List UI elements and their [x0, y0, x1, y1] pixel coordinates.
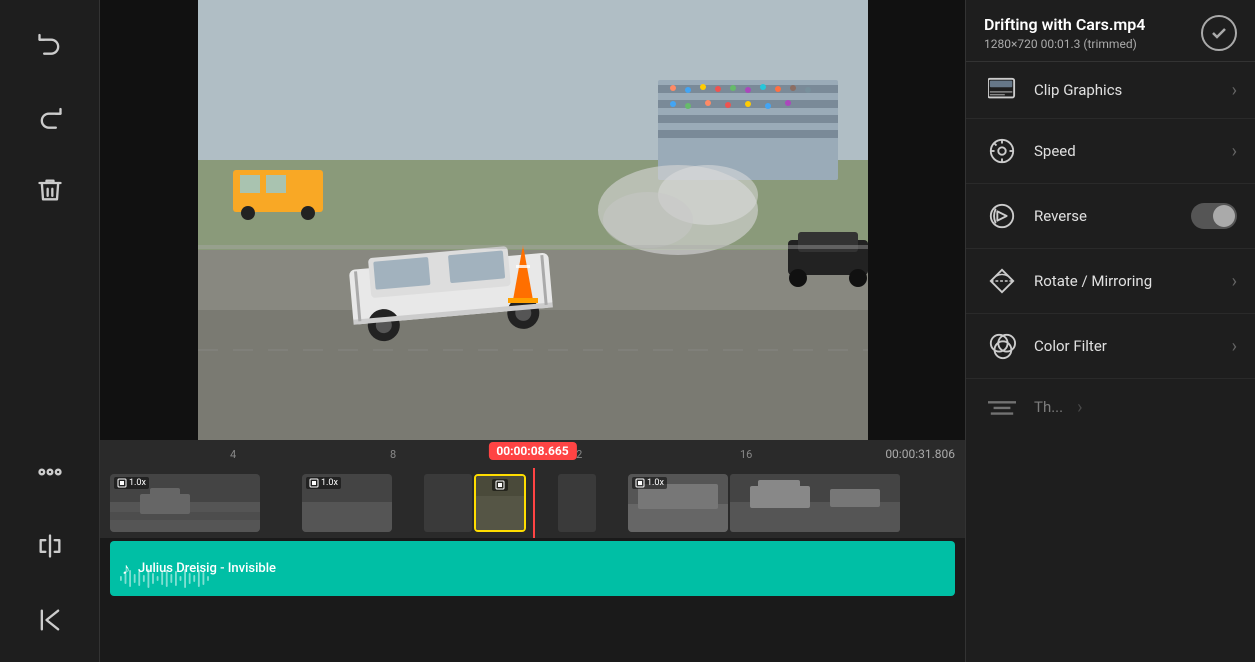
partial-item-label: Th... [1034, 398, 1063, 416]
video-preview [100, 0, 965, 440]
clip-5-label [492, 479, 508, 491]
audio-waveform [110, 566, 955, 591]
clip-separator-1 [262, 474, 270, 532]
color-filter-menu-item[interactable]: Color Filter › [966, 314, 1255, 379]
color-filter-arrow: › [1232, 336, 1237, 357]
right-panel: Drifting with Cars.mp4 1280×720 00:01.3 … [965, 0, 1255, 662]
clip-graphics-arrow: › [1232, 80, 1237, 101]
file-info-header: Drifting with Cars.mp4 1280×720 00:01.3 … [966, 0, 1255, 62]
clip-graphics-label: Clip Graphics [1034, 81, 1218, 99]
redo-button[interactable] [28, 94, 72, 138]
clip-3-label: 1.0x [306, 477, 341, 489]
ruler-mark-4: 4 [230, 448, 236, 461]
speed-arrow: › [1232, 141, 1237, 162]
rotate-mirroring-label: Rotate / Mirroring [1034, 272, 1218, 290]
confirm-button[interactable] [1201, 15, 1237, 51]
main-content: 4 8 00:00:08.665 12 16 00:00:31.806 [100, 0, 965, 662]
clip-graphics-icon [984, 72, 1020, 108]
playhead [533, 468, 535, 538]
rewind-button[interactable] [28, 598, 72, 642]
video-frame [198, 0, 868, 440]
speed-menu-item[interactable]: Speed › [966, 119, 1255, 184]
file-name: Drifting with Cars.mp4 [984, 15, 1145, 34]
left-sidebar [0, 0, 100, 662]
color-filter-label: Color Filter [1034, 337, 1218, 355]
clip-1-label: 1.0x [114, 477, 149, 489]
clip-separator-8 [598, 474, 626, 532]
partial-menu-item[interactable]: Th... › [966, 379, 1255, 435]
audio-track[interactable]: ♪ Julius Dreisig - Invisible [110, 541, 955, 596]
reverse-label: Reverse [1034, 207, 1177, 225]
clip-9-label: 1.0x [632, 477, 667, 489]
ruler-mark-8: 8 [390, 448, 396, 461]
color-filter-icon [984, 328, 1020, 364]
partial-item-arrow: › [1077, 397, 1082, 418]
clip-separator-3 [394, 474, 422, 532]
clips-strip[interactable]: 1.0x 1.0x [100, 468, 965, 538]
clip-7[interactable] [558, 474, 596, 532]
file-meta: 1280×720 00:01.3 (trimmed) [984, 37, 1145, 51]
partial-item-icon [984, 389, 1020, 425]
reverse-toggle-knob [1213, 205, 1235, 227]
video-content [198, 0, 868, 440]
reverse-menu-item[interactable]: Reverse [966, 184, 1255, 249]
clip-1[interactable]: 1.0x [110, 474, 260, 532]
reverse-toggle[interactable] [1191, 203, 1237, 229]
rotate-mirroring-arrow: › [1232, 271, 1237, 292]
reverse-icon [984, 198, 1020, 234]
speed-icon [984, 133, 1020, 169]
clip-separator-2 [272, 474, 300, 532]
timeline-ruler: 4 8 00:00:08.665 12 16 00:00:31.806 [100, 440, 965, 468]
rotate-mirroring-menu-item[interactable]: Rotate / Mirroring › [966, 249, 1255, 314]
clip-3[interactable]: 1.0x [302, 474, 392, 532]
clip-4[interactable] [424, 474, 472, 532]
delete-button[interactable] [28, 168, 72, 212]
undo-button[interactable] [28, 20, 72, 64]
speed-label: Speed [1034, 142, 1218, 160]
split-button[interactable] [28, 524, 72, 568]
clip-9[interactable]: 1.0x [628, 474, 728, 532]
current-time-indicator: 00:00:08.665 [488, 442, 576, 460]
clip-5-selected[interactable] [474, 474, 526, 532]
total-time: 00:00:31.806 [885, 447, 955, 461]
timeline-area: 4 8 00:00:08.665 12 16 00:00:31.806 [100, 440, 965, 662]
more-options-button[interactable] [28, 450, 72, 494]
rotate-mirroring-icon [984, 263, 1020, 299]
clip-end[interactable] [730, 474, 900, 532]
ruler-mark-16: 16 [740, 448, 752, 461]
file-info-text: Drifting with Cars.mp4 1280×720 00:01.3 … [984, 15, 1145, 51]
clip-graphics-menu-item[interactable]: Clip Graphics › [966, 62, 1255, 119]
